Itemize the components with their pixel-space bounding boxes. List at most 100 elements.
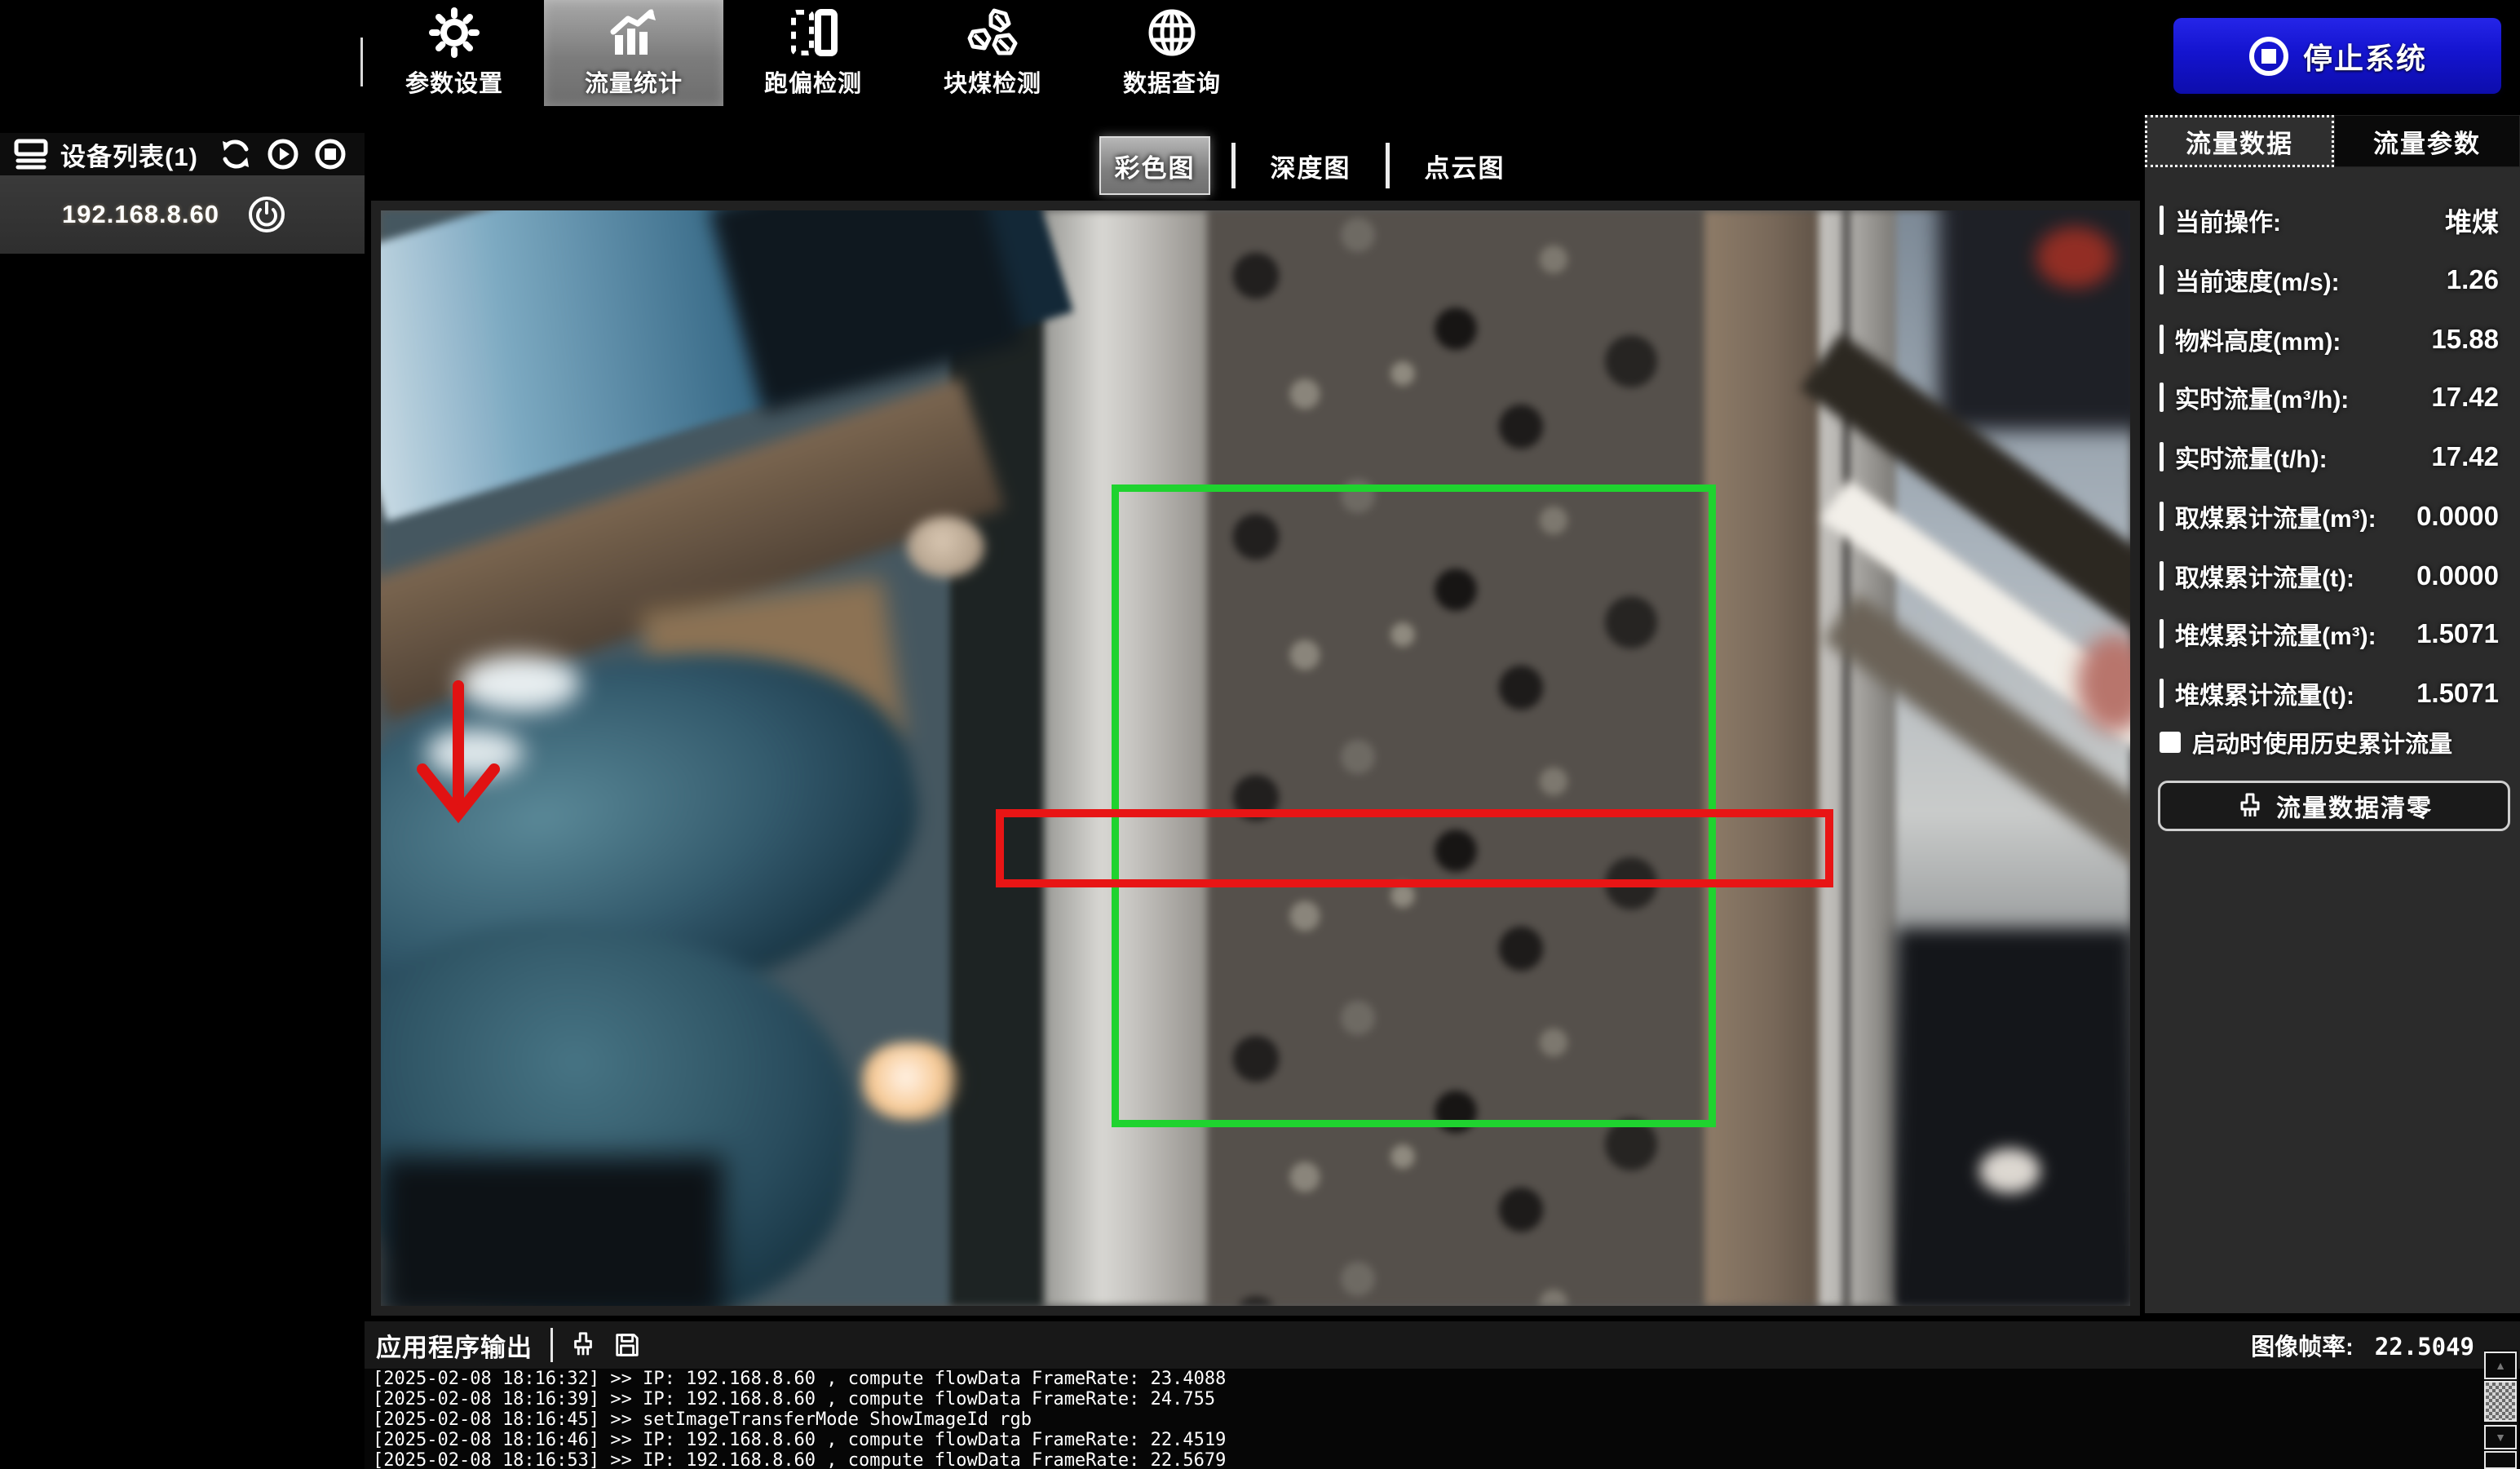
metric-value: 17.42 bbox=[2431, 441, 2505, 472]
framerate-readout: 图像帧率: 22.5049 bbox=[2251, 1328, 2474, 1362]
toolbar-divider bbox=[360, 38, 363, 86]
log-line: [2025-02-08 18:16:53] >> IP: 192.168.8.6… bbox=[373, 1450, 2491, 1469]
bar-chart-icon bbox=[607, 7, 661, 58]
device-list-icon bbox=[13, 138, 49, 170]
photo-belt-right-edge bbox=[1704, 210, 1819, 1306]
measure-band-red bbox=[996, 809, 1833, 887]
flow-direction-arrow bbox=[409, 679, 507, 847]
stop-circle-icon bbox=[2248, 35, 2290, 77]
flow-panel-tabs: 流量数据 流量参数 bbox=[2145, 115, 2520, 167]
reset-flow-data-button[interactable]: 流量数据清零 bbox=[2158, 781, 2510, 831]
scroll-thumb[interactable] bbox=[2484, 1381, 2517, 1422]
camera-view bbox=[381, 210, 2130, 1306]
tab-flow-data[interactable]: 流量数据 bbox=[2145, 115, 2334, 167]
roi-rectangle-green bbox=[1112, 485, 1716, 1127]
texture-blob bbox=[1979, 1148, 2040, 1193]
toolbar-item-deviation-detection[interactable]: 跑偏检测 bbox=[723, 0, 903, 106]
texture-blob bbox=[907, 516, 984, 577]
output-bar: 应用程序输出 图像帧率: 22.5049 bbox=[365, 1321, 2520, 1369]
toolbar-item-label: 参数设置 bbox=[405, 64, 503, 99]
log-line: [2025-02-08 18:16:32] >> IP: 192.168.8.6… bbox=[373, 1369, 2491, 1389]
stop-icon[interactable] bbox=[314, 138, 347, 170]
metric-value: 0.0000 bbox=[2416, 501, 2505, 532]
log-line: [2025-02-08 18:16:46] >> IP: 192.168.8.6… bbox=[373, 1430, 2491, 1450]
metric-label: 堆煤累计流量(m³): bbox=[2175, 616, 2376, 652]
metric-row-current-operation: 当前操作: 堆煤 bbox=[2160, 197, 2505, 244]
toolbar-item-data-query[interactable]: 数据查询 bbox=[1082, 0, 1262, 106]
power-icon[interactable] bbox=[247, 195, 286, 234]
texture-blob bbox=[2036, 227, 2114, 288]
metric-label: 取煤累计流量(m³): bbox=[2175, 498, 2376, 534]
toolbar-item-label: 数据查询 bbox=[1123, 64, 1221, 99]
metric-value: 15.88 bbox=[2431, 324, 2505, 355]
toolbar-item-param-settings[interactable]: 参数设置 bbox=[365, 0, 544, 106]
row-marker bbox=[2160, 325, 2164, 354]
toolbar-item-lump-coal-detection[interactable]: 块煤检测 bbox=[903, 0, 1082, 106]
row-marker bbox=[2160, 383, 2164, 412]
log-output: [2025-02-08 18:16:32] >> IP: 192.168.8.6… bbox=[365, 1369, 2491, 1469]
row-marker bbox=[2160, 561, 2164, 591]
stop-system-button[interactable]: 停止系统 bbox=[2173, 18, 2501, 94]
flow-panel-body: 当前操作: 堆煤 当前速度(m/s): 1.26 物料高度(mm): 15.88… bbox=[2145, 167, 2520, 1313]
row-marker bbox=[2160, 265, 2164, 294]
metric-value: 1.26 bbox=[2447, 264, 2505, 295]
log-line: [2025-02-08 18:16:39] >> IP: 192.168.8.6… bbox=[373, 1389, 2491, 1409]
tab-flow-params[interactable]: 流量参数 bbox=[2334, 115, 2520, 167]
save-log-icon[interactable] bbox=[613, 1330, 641, 1360]
scroll-up-button[interactable]: ▲ bbox=[2484, 1352, 2517, 1379]
brush-icon bbox=[2235, 791, 2265, 821]
log-line: [2025-02-08 18:16:45] >> setImageTransfe… bbox=[373, 1409, 2491, 1430]
row-marker bbox=[2160, 619, 2164, 648]
globe-icon bbox=[1147, 7, 1197, 58]
device-ip: 192.168.8.60 bbox=[62, 200, 219, 229]
row-marker bbox=[2160, 502, 2164, 531]
scroll-corner-grip[interactable] bbox=[2484, 1451, 2517, 1469]
device-row[interactable]: 192.168.8.60 bbox=[0, 175, 365, 254]
tab-color-image[interactable]: 彩色图 bbox=[1099, 136, 1210, 195]
row-marker bbox=[2160, 442, 2164, 471]
reset-flow-label: 流量数据清零 bbox=[2276, 788, 2433, 824]
main-toolbar: 参数设置 流量统计 跑偏检测 bbox=[365, 0, 1262, 106]
metric-row-take-coal-total-t: 取煤累计流量(t): 0.0000 bbox=[2160, 552, 2505, 600]
metric-label: 取煤累计流量(t): bbox=[2175, 558, 2354, 594]
metric-value: 1.5071 bbox=[2416, 618, 2505, 649]
metric-row-material-height: 物料高度(mm): 15.88 bbox=[2160, 316, 2505, 363]
deviation-icon bbox=[787, 7, 839, 58]
metric-row-pile-coal-total-m3: 堆煤累计流量(m³): 1.5071 bbox=[2160, 610, 2505, 657]
refresh-icon[interactable] bbox=[219, 138, 252, 170]
row-marker bbox=[2160, 206, 2164, 235]
gear-icon bbox=[429, 7, 480, 58]
metric-row-take-coal-total-m3: 取煤累计流量(m³): 0.0000 bbox=[2160, 493, 2505, 540]
tab-depth-image[interactable]: 深度图 bbox=[1257, 138, 1364, 193]
metric-value: 堆煤 bbox=[2445, 201, 2505, 240]
clear-log-brush-icon[interactable] bbox=[569, 1330, 597, 1360]
device-list-header: 设备列表(1) bbox=[0, 133, 365, 175]
framerate-value: 22.5049 bbox=[2375, 1333, 2474, 1361]
framerate-label: 图像帧率: bbox=[2251, 1328, 2354, 1362]
toolbar-item-flow-statistics[interactable]: 流量统计 bbox=[544, 0, 723, 106]
metric-label: 实时流量(t/h): bbox=[2175, 439, 2328, 475]
history-flow-checkbox[interactable] bbox=[2160, 732, 2181, 753]
texture-blob bbox=[862, 1042, 960, 1120]
metric-row-pile-coal-total-t: 堆煤累计流量(t): 1.5071 bbox=[2160, 670, 2505, 717]
metric-label: 当前速度(m/s): bbox=[2175, 262, 2340, 298]
app-window: 参数设置 流量统计 跑偏检测 bbox=[0, 0, 2520, 1469]
tab-separator bbox=[1386, 143, 1390, 188]
scroll-down-button[interactable]: ▼ bbox=[2484, 1425, 2517, 1449]
flow-panel: 流量数据 流量参数 当前操作: 堆煤 当前速度(m/s): 1.26 物料高度(… bbox=[2145, 115, 2520, 1313]
tab-point-cloud[interactable]: 点云图 bbox=[1411, 138, 1519, 193]
metric-row-realtime-flow-m3: 实时流量(m³/h): 17.42 bbox=[2160, 374, 2505, 421]
device-list-title: 设备列表(1) bbox=[60, 136, 198, 173]
metric-value: 17.42 bbox=[2431, 382, 2505, 413]
texture-blob bbox=[1896, 928, 2130, 1306]
play-icon[interactable] bbox=[267, 138, 299, 170]
metric-value: 0.0000 bbox=[2416, 560, 2505, 591]
history-flow-checkbox-row[interactable]: 启动时使用历史累计流量 bbox=[2160, 722, 2505, 763]
metric-label: 堆煤累计流量(t): bbox=[2175, 675, 2354, 711]
metric-label: 物料高度(mm): bbox=[2175, 321, 2341, 357]
stop-system-label: 停止系统 bbox=[2303, 35, 2427, 77]
texture-blob bbox=[381, 1157, 723, 1306]
log-scrollbar[interactable]: ▲ ▼ bbox=[2484, 1350, 2518, 1469]
view-tabs: 彩色图 深度图 点云图 bbox=[1099, 135, 1519, 196]
metric-row-realtime-flow-t: 实时流量(t/h): 17.42 bbox=[2160, 433, 2505, 480]
